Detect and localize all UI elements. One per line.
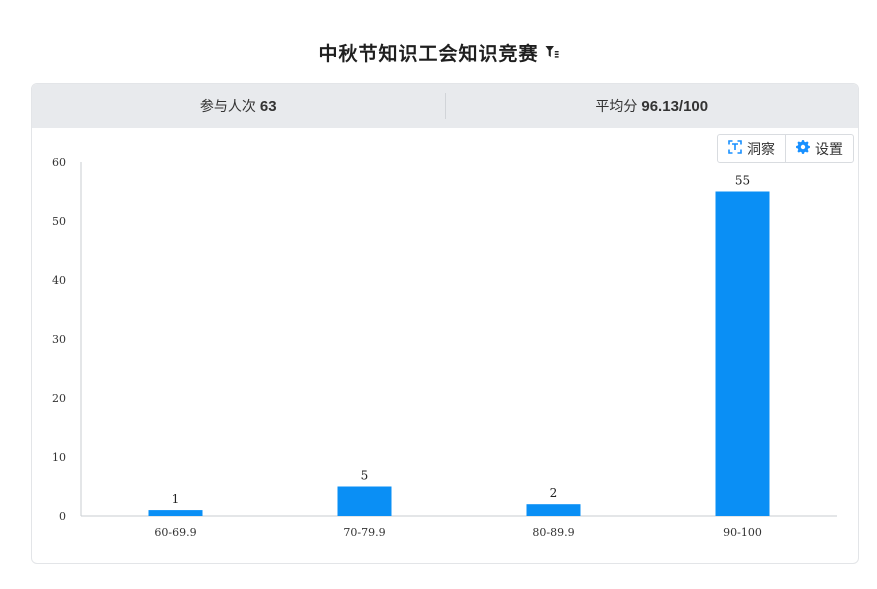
settings-label: 设置 bbox=[815, 141, 843, 158]
y-tick-label: 0 bbox=[59, 510, 66, 523]
page-title: 中秋节知识工会知识竞赛 bbox=[318, 42, 539, 65]
y-tick-label: 20 bbox=[52, 392, 66, 405]
x-tick-label: 80-89.9 bbox=[532, 526, 574, 539]
chart-header: 中秋节知识工会知识竞赛 bbox=[0, 38, 877, 66]
chart-toolbar: 洞察 设置 bbox=[717, 134, 854, 163]
scan-icon bbox=[728, 139, 742, 158]
chart-card: 参与人次 63 平均分 96.13/100 0 10 20 30 40 50 60 1 60-69.… bbox=[31, 83, 859, 564]
y-tick-label: 10 bbox=[52, 451, 66, 464]
x-tick-label: 70-79.9 bbox=[343, 526, 385, 539]
bar bbox=[526, 504, 581, 516]
bar-value-label: 1 bbox=[172, 492, 180, 506]
y-tick-label: 50 bbox=[52, 215, 66, 228]
insight-label: 洞察 bbox=[747, 141, 775, 158]
bar-value-label: 5 bbox=[361, 469, 369, 483]
x-tick-label: 60-69.9 bbox=[154, 526, 196, 539]
gear-icon bbox=[796, 139, 810, 158]
y-tick-label: 40 bbox=[52, 274, 66, 287]
x-tick-label: 90-100 bbox=[723, 526, 762, 539]
filter-icon[interactable] bbox=[545, 45, 559, 59]
bar-value-label: 55 bbox=[735, 174, 750, 188]
bar bbox=[715, 191, 770, 516]
bar-value-label: 2 bbox=[550, 486, 558, 500]
y-tick-label: 30 bbox=[52, 333, 66, 346]
settings-button[interactable]: 设置 bbox=[785, 135, 853, 162]
bar bbox=[337, 486, 392, 516]
insight-button[interactable]: 洞察 bbox=[718, 135, 785, 162]
y-tick-label: 60 bbox=[52, 156, 66, 169]
bar bbox=[148, 510, 203, 516]
